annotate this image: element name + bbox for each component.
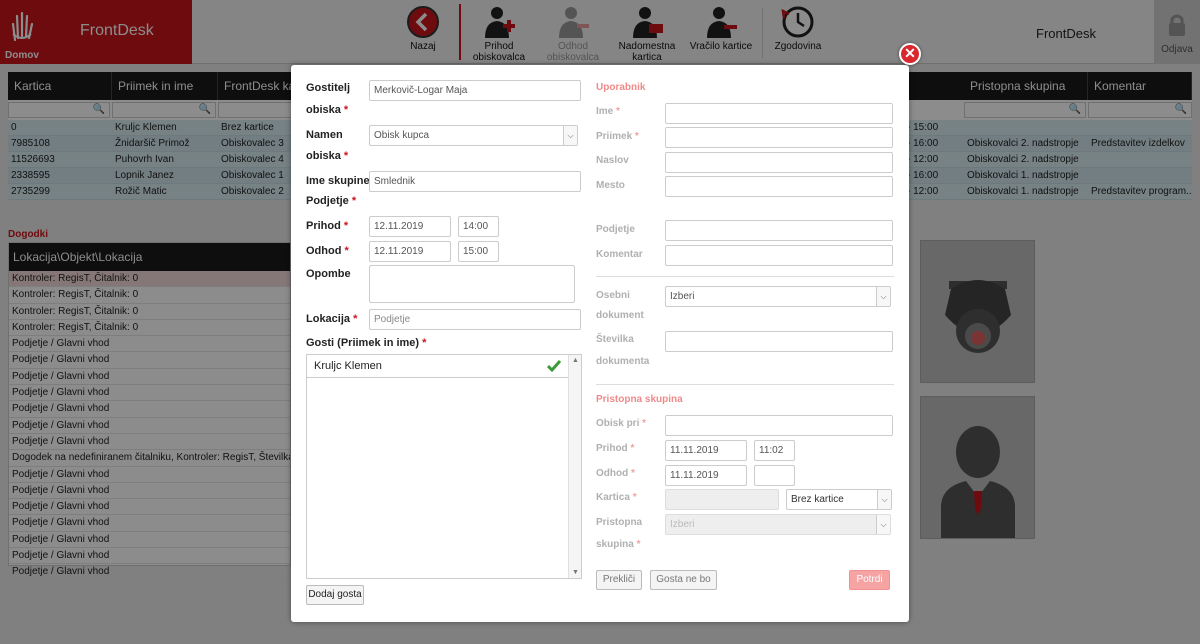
- host-label-2: obiska *: [306, 104, 349, 116]
- divider: [596, 276, 894, 277]
- purpose-select[interactable]: Obisk kupca ⌵: [369, 125, 578, 146]
- r-departure-label: Odhod *: [596, 468, 635, 479]
- purpose-label-2: obiska *: [306, 150, 349, 162]
- group-input[interactable]: Smlednik: [369, 171, 581, 192]
- r-arrival-label: Prihod *: [596, 443, 635, 454]
- host-input[interactable]: Merkovič-Logar Maja: [369, 80, 581, 101]
- cancel-button[interactable]: Prekliči: [596, 570, 642, 590]
- doc-number-label-2: dokumenta: [596, 356, 650, 367]
- card-input[interactable]: [665, 489, 779, 510]
- access-group-label-2: skupina *: [596, 539, 641, 550]
- chevron-up-icon: ▲: [572, 357, 579, 364]
- address-label: Naslov: [596, 155, 629, 166]
- checkmark-icon: [547, 360, 561, 372]
- visit-at-input[interactable]: [665, 415, 893, 436]
- id-doc-select[interactable]: Izberi ⌵: [665, 286, 891, 307]
- notes-textarea[interactable]: [369, 265, 575, 303]
- chevron-down-icon: ⌵: [876, 287, 890, 306]
- card-type-select[interactable]: Brez kartice ⌵: [786, 489, 892, 510]
- chevron-down-icon: ⌵: [877, 490, 891, 509]
- r-arrival-date-input[interactable]: 11.11.2019: [665, 440, 747, 461]
- visit-dialog: Gostitelj obiska * Merkovič-Logar Maja N…: [291, 65, 909, 622]
- company-input[interactable]: [665, 220, 893, 241]
- purpose-label: Namen: [306, 129, 343, 141]
- guests-label: Gosti (Priimek in ime) *: [306, 337, 427, 349]
- doc-number-label: Številka: [596, 334, 634, 345]
- close-icon[interactable]: ✕: [899, 43, 921, 65]
- name-label: Ime *: [596, 106, 620, 117]
- departure-time-input[interactable]: 15:00: [458, 241, 499, 262]
- arrival-label: Prihod *: [306, 220, 349, 232]
- group-label: Ime skupine /: [306, 175, 376, 187]
- list-item[interactable]: Kruljc Klemen: [307, 355, 569, 378]
- r-arrival-time-input[interactable]: 11:02: [754, 440, 795, 461]
- surname-input[interactable]: [665, 127, 893, 148]
- access-group-select[interactable]: Izberi ⌵: [665, 514, 891, 535]
- confirm-button[interactable]: Potrdi: [849, 570, 890, 590]
- city-label: Mesto: [596, 180, 625, 191]
- notes-label: Opombe: [306, 268, 351, 280]
- access-group-label: Pristopna: [596, 517, 643, 528]
- arrival-time-input[interactable]: 14:00: [458, 216, 499, 237]
- divider: [596, 384, 894, 385]
- city-input[interactable]: [665, 176, 893, 197]
- host-label: Gostitelj: [306, 82, 351, 94]
- user-section-title: Uporabnik: [596, 82, 646, 93]
- doc-number-input[interactable]: [665, 331, 893, 352]
- access-section-title: Pristopna skupina: [596, 394, 683, 405]
- card-label: Kartica *: [596, 492, 637, 503]
- arrival-date-input[interactable]: 12.11.2019: [369, 216, 451, 237]
- chevron-down-icon: ▼: [572, 569, 579, 576]
- comment-label: Komentar: [596, 249, 643, 260]
- name-input[interactable]: [665, 103, 893, 124]
- company-label: Podjetje: [596, 224, 635, 235]
- comment-input[interactable]: [665, 245, 893, 266]
- group-label-2: Podjetje *: [306, 195, 357, 207]
- location-label: Lokacija *: [306, 313, 358, 325]
- scrollbar[interactable]: ▲ ▼: [568, 355, 581, 578]
- chevron-down-icon: ⌵: [563, 126, 577, 145]
- id-doc-label-2: dokument: [596, 310, 644, 321]
- visit-at-label: Obisk pri *: [596, 418, 647, 429]
- r-departure-date-input[interactable]: 11.11.2019: [665, 465, 747, 486]
- r-departure-time-input[interactable]: [754, 465, 795, 486]
- guests-list: Kruljc Klemen ▲ ▼: [306, 354, 582, 579]
- address-input[interactable]: [665, 152, 893, 173]
- departure-date-input[interactable]: 12.11.2019: [369, 241, 451, 262]
- add-guest-button[interactable]: Dodaj gosta: [306, 585, 364, 605]
- chevron-down-icon: ⌵: [876, 515, 890, 534]
- surname-label: Priimek *: [596, 131, 639, 142]
- no-show-button[interactable]: Gosta ne bo: [650, 570, 717, 590]
- departure-label: Odhod *: [306, 245, 349, 257]
- location-input[interactable]: Podjetje: [369, 309, 581, 330]
